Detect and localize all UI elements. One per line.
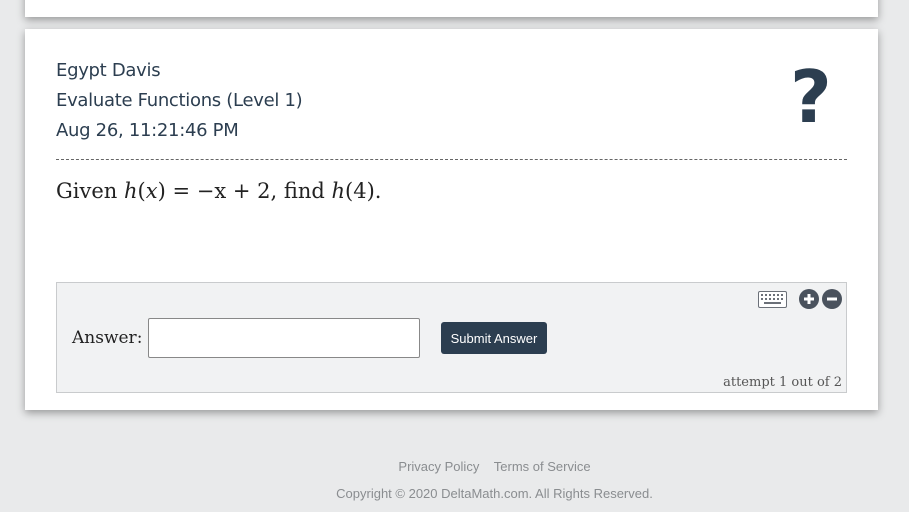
question-text: Given h(x) = −x + 2, find h(4). <box>56 179 382 203</box>
find-text: find <box>283 179 325 203</box>
find-function-name: h <box>331 179 346 203</box>
student-name: Egypt Davis <box>56 60 161 81</box>
help-icon[interactable]: ? <box>790 57 832 137</box>
problem-title: Evaluate Functions (Level 1) <box>56 90 303 111</box>
divider <box>56 159 847 160</box>
function-variable: x <box>145 179 158 203</box>
problem-header: Egypt Davis Evaluate Functions (Level 1)… <box>56 56 303 146</box>
footer-links: Privacy Policy Terms of Service <box>0 458 909 476</box>
previous-problem-card <box>25 0 878 17</box>
privacy-policy-link[interactable]: Privacy Policy <box>398 459 479 474</box>
answer-label: Answer: <box>72 328 143 348</box>
copyright: Copyright © 2020 DeltaMath.com. All Righ… <box>336 486 653 501</box>
function-rhs: = −x + 2, <box>172 179 278 203</box>
answer-input[interactable] <box>148 318 420 358</box>
attempt-counter: attempt 1 out of 2 <box>723 375 842 390</box>
find-argument: (4). <box>345 179 382 203</box>
submit-answer-button[interactable]: Submit Answer <box>441 322 547 354</box>
question-prefix: Given <box>56 179 118 203</box>
plus-circle-icon[interactable] <box>799 289 819 309</box>
timestamp: Aug 26, 11:21:46 PM <box>56 120 239 141</box>
function-name: h <box>124 179 138 203</box>
terms-of-service-link[interactable]: Terms of Service <box>494 459 591 474</box>
keyboard-icon[interactable] <box>758 291 787 308</box>
answer-panel: Answer: Submit Answer attempt 1 out of 2 <box>56 282 847 393</box>
minus-circle-icon[interactable] <box>822 289 842 309</box>
problem-card: Egypt Davis Evaluate Functions (Level 1)… <box>25 29 878 410</box>
